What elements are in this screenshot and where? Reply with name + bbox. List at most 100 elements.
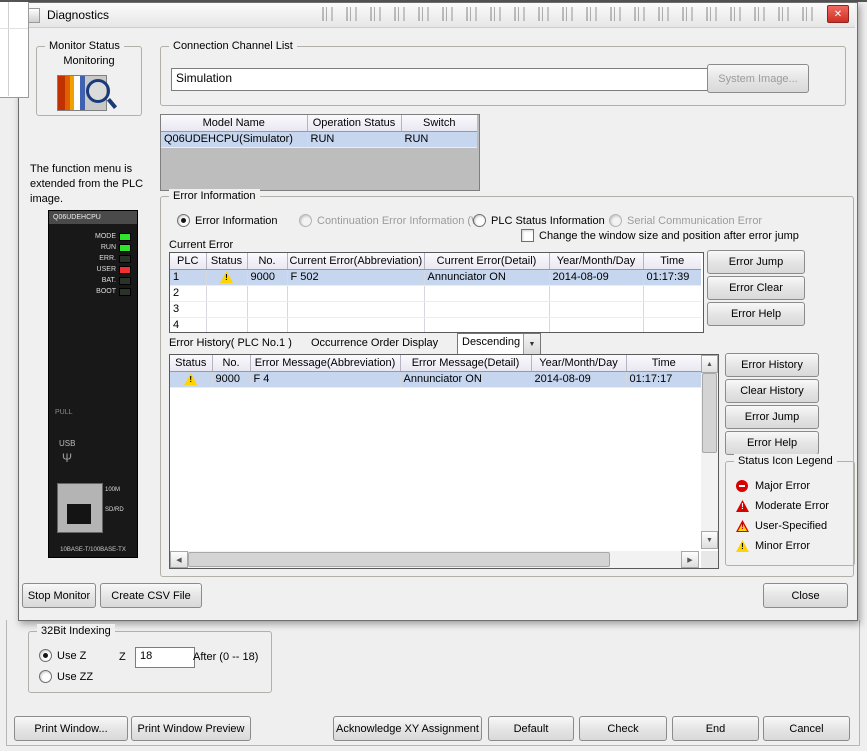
radio-circle xyxy=(609,214,622,227)
radio-circle xyxy=(39,649,52,662)
scroll-right-icon[interactable]: ▶ xyxy=(681,551,699,568)
channel-name-field[interactable]: Simulation xyxy=(171,68,709,91)
column-header: PLC xyxy=(170,253,206,270)
indexing-32bit-group-label: 32Bit Indexing xyxy=(37,624,115,638)
z-value-field[interactable]: 18 xyxy=(135,647,195,668)
led-label: USER xyxy=(97,266,116,273)
plc-image[interactable]: Q06UDEHCPU MODE RUN ERR. USER BAT. BOOT … xyxy=(48,210,138,558)
error-date-cell: 2014-08-09 xyxy=(549,270,643,286)
vertical-scrollbar[interactable]: ▲ ▼ xyxy=(701,355,718,549)
model-table-row[interactable]: Q06UDEHCPU(Simulator) RUN RUN xyxy=(161,132,477,148)
status-cell xyxy=(206,270,247,286)
plc-led-bat: BAT. xyxy=(63,275,131,286)
model-table[interactable]: Model Name Operation Status Switch Q06UD… xyxy=(161,115,477,148)
print-window-preview-button[interactable]: Print Window Preview xyxy=(131,716,251,741)
radio-label: Use Z xyxy=(57,650,86,662)
legend-item-major: Major Error xyxy=(736,478,810,494)
background-window-edge xyxy=(0,28,28,29)
model-name-cell: Q06UDEHCPU(Simulator) xyxy=(161,132,307,148)
led-label: RUN xyxy=(101,244,116,251)
minor-warning-icon xyxy=(220,271,233,283)
legend-label: Moderate Error xyxy=(755,500,829,512)
legend-label: Major Error xyxy=(755,480,810,492)
model-table-area: Model Name Operation Status Switch Q06UD… xyxy=(160,114,480,191)
background-frame-bottom xyxy=(6,745,860,746)
column-header: Time xyxy=(643,253,701,270)
default-button[interactable]: Default xyxy=(488,716,574,741)
scroll-down-icon[interactable]: ▼ xyxy=(701,531,718,549)
radio-error-information[interactable]: Error Information xyxy=(177,214,278,227)
error-detail-cell: Annunciator ON xyxy=(400,372,531,388)
system-image-button[interactable]: System Image... xyxy=(707,64,809,93)
after-range-label: After (0 -- 18) xyxy=(193,651,258,663)
scroll-left-icon[interactable]: ◀ xyxy=(170,551,188,568)
plc-port-label-100m: 100M xyxy=(105,487,120,493)
radio-label: PLC Status Information xyxy=(491,215,605,227)
stop-monitor-button[interactable]: Stop Monitor xyxy=(22,583,96,608)
led-indicator-green xyxy=(119,233,131,241)
scrollbar-corner xyxy=(701,551,718,568)
checkbox-label: Change the window size and position afte… xyxy=(539,230,799,242)
error-jump-button[interactable]: Error Jump xyxy=(707,250,805,274)
model-table-header: Switch xyxy=(401,115,477,132)
history-row[interactable]: 9000 F 4 Annunciator ON 2014-08-09 01:17… xyxy=(170,372,701,388)
scrollbar-thumb[interactable] xyxy=(702,373,717,453)
usb-icon: Ψ xyxy=(62,451,72,465)
current-error-row[interactable]: 2 xyxy=(170,286,701,302)
plc-port-label-sdrd: SD/RD xyxy=(105,507,124,513)
ethernet-port xyxy=(57,483,103,533)
error-history-button[interactable]: Error History xyxy=(725,353,819,377)
led-indicator-red xyxy=(119,266,131,274)
error-abbr-cell: F 4 xyxy=(250,372,400,388)
history-error-jump-button[interactable]: Error Jump xyxy=(725,405,819,429)
current-error-row[interactable]: 4 xyxy=(170,318,701,334)
led-indicator-green xyxy=(119,244,131,252)
background-frame-left xyxy=(6,620,7,746)
plc-cell: 3 xyxy=(170,302,206,318)
radio-label: Serial Communication Error xyxy=(627,215,762,227)
major-error-icon xyxy=(736,480,749,492)
chevron-down-icon[interactable]: ▼ xyxy=(523,334,540,354)
check-button[interactable]: Check xyxy=(579,716,667,741)
use-z-radio[interactable]: Use Z xyxy=(39,649,86,662)
scroll-up-icon[interactable]: ▲ xyxy=(701,355,718,373)
use-zz-radio[interactable]: Use ZZ xyxy=(39,670,93,683)
error-jump-window-checkbox[interactable]: Change the window size and position afte… xyxy=(521,229,799,242)
close-icon[interactable]: ✕ xyxy=(827,5,849,23)
current-error-label: Current Error xyxy=(169,239,233,251)
column-header: Time xyxy=(626,355,701,372)
radio-serial-communication-error[interactable]: Serial Communication Error xyxy=(609,214,762,227)
radio-plc-status-information[interactable]: PLC Status Information xyxy=(473,214,605,227)
error-history-table[interactable]: Status No. Error Message(Abbreviation) E… xyxy=(169,354,719,569)
horizontal-scrollbar[interactable]: ◀ ▶ xyxy=(170,551,699,568)
column-header: No. xyxy=(212,355,250,372)
led-indicator-off xyxy=(119,288,131,296)
history-header-row: Status No. Error Message(Abbreviation) E… xyxy=(170,355,701,372)
acknowledge-xy-assignment-button[interactable]: Acknowledge XY Assignment xyxy=(333,716,482,741)
led-label: BOOT xyxy=(96,288,116,295)
column-header: No. xyxy=(247,253,287,270)
end-button[interactable]: End xyxy=(672,716,759,741)
current-error-row[interactable]: 3 xyxy=(170,302,701,318)
radio-continuation-error-information[interactable]: Continuation Error Information (W) xyxy=(299,214,485,227)
cancel-button[interactable]: Cancel xyxy=(763,716,850,741)
plc-led-run: RUN xyxy=(63,242,131,253)
monitoring-status-text: Monitoring xyxy=(37,55,141,67)
current-error-row[interactable]: 1 9000 F 502 Annunciator ON 2014-08-09 0… xyxy=(170,270,701,286)
scrollbar-thumb[interactable] xyxy=(188,552,610,567)
radio-circle xyxy=(177,214,190,227)
current-error-table[interactable]: PLC Status No. Current Error(Abbreviatio… xyxy=(169,252,704,333)
print-window-button[interactable]: Print Window... xyxy=(14,716,128,741)
column-header: Status xyxy=(206,253,247,270)
history-error-help-button[interactable]: Error Help xyxy=(725,431,819,455)
clear-history-button[interactable]: Clear History xyxy=(725,379,819,403)
monitor-status-group: Monitor Status Monitoring xyxy=(36,46,142,116)
plc-cell: 4 xyxy=(170,318,206,334)
error-clear-button[interactable]: Error Clear xyxy=(707,276,805,300)
error-help-button[interactable]: Error Help xyxy=(707,302,805,326)
radio-circle xyxy=(473,214,486,227)
close-dialog-button[interactable]: Close xyxy=(763,583,848,608)
create-csv-button[interactable]: Create CSV File xyxy=(100,583,202,608)
occurrence-order-select[interactable]: Descending ▼ xyxy=(457,333,541,355)
column-header: Error Message(Detail) xyxy=(400,355,531,372)
